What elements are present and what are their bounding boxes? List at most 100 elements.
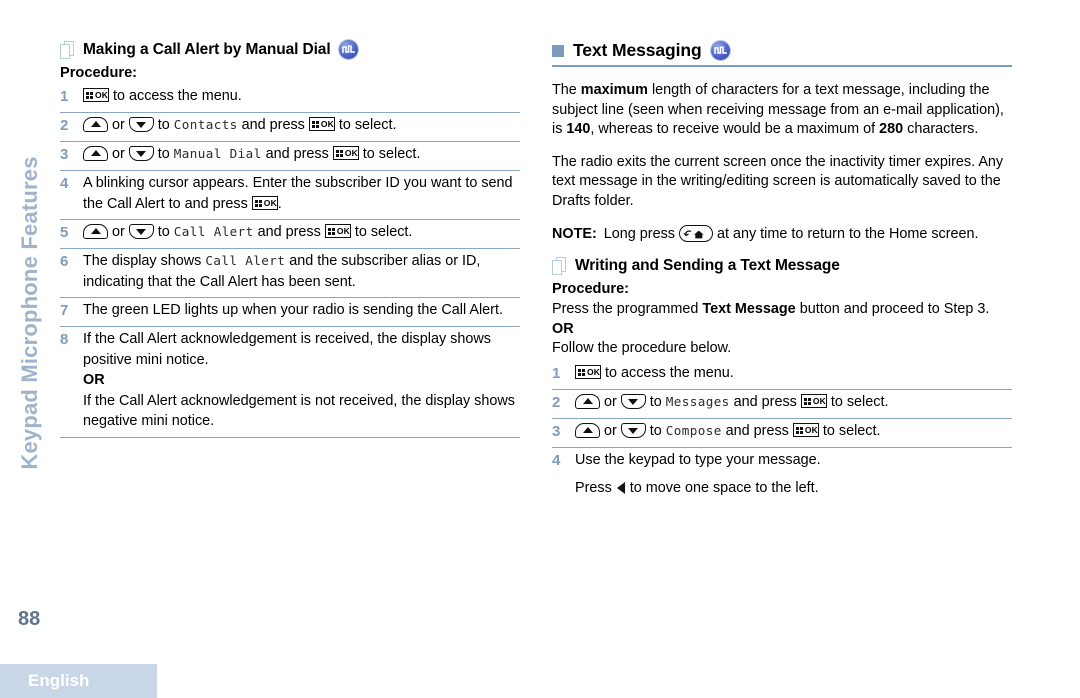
down-arrow-key-icon [128,224,154,239]
heading-making-call-alert: Making a Call Alert by Manual Dial [60,40,520,59]
step-number: 4 [60,175,69,192]
left-column: Making a Call Alert by Manual Dial Proce… [60,40,520,438]
note-label: NOTE: [552,225,597,242]
footer-language-box: English [0,664,157,698]
digital-badge-icon [710,41,730,60]
heading-text-messaging: Text Messaging [552,40,1012,61]
step-text: or to Manual Dial and press OK to select… [83,144,520,165]
step-item: 3 or to Compose and press OK to select. [552,419,1012,448]
step-number: 6 [60,253,69,270]
manual-page: Keypad Microphone Features 88 English Ma… [0,0,1080,698]
digital-badge-icon [338,40,358,59]
paragraph: The radio exits the current screen once … [552,153,1004,209]
step-number: 5 [60,224,69,241]
step-number: 1 [552,364,561,382]
step-number: 8 [60,331,69,348]
step-number: 2 [60,117,69,134]
step-item: 1 OK to access the menu. [60,84,520,113]
step-text: or to Compose and press OK to select. [575,421,1012,442]
procedure-label-right: Procedure: [552,281,630,298]
intro-paragraphs: The maximum length of characters for a t… [552,81,1012,212]
step-item: 1 OK to access the menu. [552,361,1012,390]
step-number: 3 [60,146,69,163]
up-arrow-key-icon [83,146,108,161]
menu-ok-key-icon: OK [251,195,278,210]
screen-menu-text: Call Alert [205,253,286,268]
step-text: or to Contacts and press OK to select. [83,115,520,136]
footer-language-label: English [28,671,90,690]
step-item: 7 The green LED lights up when your radio… [60,298,520,327]
back-home-key-icon [678,224,713,242]
or-label-right: OR [552,320,574,337]
down-arrow-key-icon [128,146,154,161]
heading-text: Writing and Sending a Text Message [575,257,840,275]
step-item: 6 The display shows Call Alert and the su… [60,249,520,298]
screen-menu-text: Call Alert [173,224,254,239]
menu-ok-key-icon: OK [575,364,601,379]
menu-ok-key-icon: OK [792,422,819,437]
chapter-side-tab: Keypad Microphone Features [0,0,55,640]
pages-icon [552,257,567,276]
menu-ok-key-icon: OK [332,146,359,160]
screen-menu-text: Messages [665,393,730,409]
emphasis-text: OR [83,372,105,388]
step-number: 1 [60,88,69,105]
subsection-intro: Press the programmed Text Message button… [552,301,990,318]
heading-rule [552,65,1012,67]
down-arrow-key-icon [620,422,646,438]
up-arrow-key-icon [575,422,600,438]
step-text: The display shows Call Alert and the sub… [83,253,481,290]
page-number: 88 [18,608,41,630]
step-text: OK to access the menu. [575,363,1012,384]
step-text: A blinking cursor appears. Enter the sub… [83,175,513,212]
step-text: Use the keypad to type your message. Pres… [575,451,821,497]
step-text: The green LED lights up when your radio … [83,302,503,318]
procedure-label-left: Procedure: [60,65,138,81]
note-block: NOTE: Long press at any time to return t… [552,224,1012,245]
step-item: 5 or to Call Alert and press OK to selec… [60,220,520,249]
down-arrow-key-icon [620,393,646,409]
step-text: or to Messages and press OK to select. [575,392,1012,413]
screen-menu-text: Manual Dial [173,146,262,161]
heading-text: Text Messaging [573,40,702,60]
square-bullet-icon [552,44,564,57]
emphasis-text: 140 [566,121,591,138]
up-arrow-key-icon [83,117,108,132]
heading-text: Making a Call Alert by Manual Dial [83,40,331,58]
pages-icon [60,40,75,59]
emphasis-text: Text Message [702,301,796,318]
steps-list-right: 1 OK to access the menu. 2 or to Messages … [552,361,1012,504]
step-text: or to Call Alert and press OK to select. [83,222,520,243]
up-arrow-key-icon [575,393,600,409]
step-number: 7 [60,302,69,319]
step-item: 4 A blinking cursor appears. Enter the su… [60,171,520,220]
step-item: 2 or to Contacts and press OK to select. [60,113,520,142]
menu-ok-key-icon: OK [800,393,827,408]
up-arrow-key-icon [83,224,108,239]
step-number: 4 [552,451,561,469]
follow-procedure-text: Follow the procedure below. [552,340,732,357]
chapter-side-tab-label: Keypad Microphone Features [17,156,42,470]
emphasis-text: maximum [580,82,648,98]
down-arrow-key-icon [128,117,154,132]
screen-menu-text: Compose [665,422,722,438]
step-item: 2 or to Messages and press OK to select. [552,390,1012,419]
step-item: 3 or to Manual Dial and press OK to sele… [60,142,520,171]
step-text: OK to access the menu. [83,86,520,107]
step-number: 2 [552,393,561,411]
paragraph: The maximum length of characters for a t… [552,82,1004,138]
emphasis-text: 280 [879,121,904,138]
left-arrow-icon [616,482,625,495]
steps-list-left: 1 OK to access the menu. 2 or to Contacts … [60,84,520,438]
step-item: 4 Use the keypad to type your message. Pre… [552,448,1012,504]
menu-ok-key-icon: OK [324,224,351,238]
step-text: If the Call Alert acknowledgement is rec… [83,331,515,429]
screen-menu-text: Contacts [173,117,238,132]
menu-ok-key-icon: OK [308,117,335,131]
step-item: 8 If the Call Alert acknowledgement is re… [60,327,520,438]
right-column: Text Messaging The maximum length of cha… [552,40,1012,504]
step-number: 3 [552,422,561,440]
heading-writing-sending-text-message: Writing and Sending a Text Message [552,257,1012,276]
menu-ok-key-icon: OK [83,88,109,102]
note-body: Long press at any time to return to the … [603,224,979,242]
